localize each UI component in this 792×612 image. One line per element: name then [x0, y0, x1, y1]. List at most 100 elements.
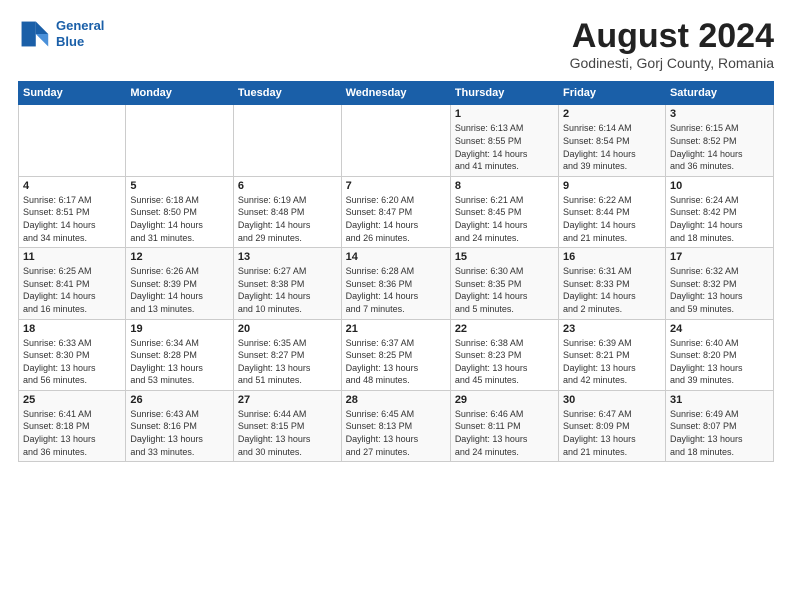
day-info: Sunrise: 6:19 AMSunset: 8:48 PMDaylight:…	[238, 194, 337, 244]
calendar-table: SundayMondayTuesdayWednesdayThursdayFrid…	[18, 81, 774, 462]
day-number: 24	[670, 323, 769, 335]
calendar-cell	[233, 105, 341, 176]
day-info: Sunrise: 6:24 AMSunset: 8:42 PMDaylight:…	[670, 194, 769, 244]
calendar-body: 1 Sunrise: 6:13 AMSunset: 8:55 PMDaylight…	[19, 105, 774, 462]
calendar-cell: 1 Sunrise: 6:13 AMSunset: 8:55 PMDaylight…	[450, 105, 558, 176]
day-number: 30	[563, 394, 661, 406]
day-number: 8	[455, 180, 554, 192]
day-number: 25	[23, 394, 121, 406]
calendar-week-row: 11 Sunrise: 6:25 AMSunset: 8:41 PMDayligh…	[19, 248, 774, 319]
calendar-day-header: Sunday	[19, 82, 126, 105]
day-number: 4	[23, 180, 121, 192]
day-number: 11	[23, 251, 121, 263]
day-info: Sunrise: 6:26 AMSunset: 8:39 PMDaylight:…	[130, 265, 229, 315]
calendar-cell: 5Sunrise: 6:18 AMSunset: 8:50 PMDaylight…	[126, 176, 234, 247]
day-number: 31	[670, 394, 769, 406]
logo-general: General	[56, 18, 104, 33]
title-block: August 2024 Godinesti, Gorj County, Roma…	[570, 18, 774, 71]
day-info: Sunrise: 6:38 AMSunset: 8:23 PMDaylight:…	[455, 337, 554, 387]
day-number: 17	[670, 251, 769, 263]
day-info: Sunrise: 6:17 AMSunset: 8:51 PMDaylight:…	[23, 194, 121, 244]
calendar-cell: 14 Sunrise: 6:28 AMSunset: 8:36 PMDayligh…	[341, 248, 450, 319]
day-info: Sunrise: 6:33 AMSunset: 8:30 PMDaylight:…	[23, 337, 121, 387]
calendar-day-header: Wednesday	[341, 82, 450, 105]
calendar-cell: 12Sunrise: 6:26 AMSunset: 8:39 PMDayligh…	[126, 248, 234, 319]
calendar-cell: 2 Sunrise: 6:14 AMSunset: 8:54 PMDaylight…	[559, 105, 666, 176]
calendar-cell: 29Sunrise: 6:46 AMSunset: 8:11 PMDayligh…	[450, 390, 558, 461]
day-info: Sunrise: 6:13 AMSunset: 8:55 PMDaylight:…	[455, 122, 554, 172]
calendar-cell: 24 Sunrise: 6:40 AMSunset: 8:20 PMDayligh…	[665, 319, 773, 390]
calendar-cell: 31 Sunrise: 6:49 AMSunset: 8:07 PMDayligh…	[665, 390, 773, 461]
calendar-cell: 17Sunrise: 6:32 AMSunset: 8:32 PMDayligh…	[665, 248, 773, 319]
day-info: Sunrise: 6:21 AMSunset: 8:45 PMDaylight:…	[455, 194, 554, 244]
day-info: Sunrise: 6:45 AMSunset: 8:13 PMDaylight:…	[346, 408, 446, 458]
day-number: 15	[455, 251, 554, 263]
calendar-cell: 8 Sunrise: 6:21 AMSunset: 8:45 PMDaylight…	[450, 176, 558, 247]
day-info: Sunrise: 6:28 AMSunset: 8:36 PMDaylight:…	[346, 265, 446, 315]
calendar-cell: 7 Sunrise: 6:20 AMSunset: 8:47 PMDaylight…	[341, 176, 450, 247]
calendar-cell: 10 Sunrise: 6:24 AMSunset: 8:42 PMDayligh…	[665, 176, 773, 247]
calendar-cell: 23 Sunrise: 6:39 AMSunset: 8:21 PMDayligh…	[559, 319, 666, 390]
day-number: 21	[346, 323, 446, 335]
calendar-cell	[19, 105, 126, 176]
day-info: Sunrise: 6:39 AMSunset: 8:21 PMDaylight:…	[563, 337, 661, 387]
day-number: 28	[346, 394, 446, 406]
calendar-cell: 13 Sunrise: 6:27 AMSunset: 8:38 PMDayligh…	[233, 248, 341, 319]
day-number: 23	[563, 323, 661, 335]
calendar-cell: 25 Sunrise: 6:41 AMSunset: 8:18 PMDayligh…	[19, 390, 126, 461]
day-info: Sunrise: 6:25 AMSunset: 8:41 PMDaylight:…	[23, 265, 121, 315]
calendar-cell: 6 Sunrise: 6:19 AMSunset: 8:48 PMDaylight…	[233, 176, 341, 247]
calendar-week-row: 1 Sunrise: 6:13 AMSunset: 8:55 PMDaylight…	[19, 105, 774, 176]
calendar-cell: 28 Sunrise: 6:45 AMSunset: 8:13 PMDayligh…	[341, 390, 450, 461]
calendar-cell: 19Sunrise: 6:34 AMSunset: 8:28 PMDayligh…	[126, 319, 234, 390]
day-info: Sunrise: 6:44 AMSunset: 8:15 PMDaylight:…	[238, 408, 337, 458]
calendar-cell: 21 Sunrise: 6:37 AMSunset: 8:25 PMDayligh…	[341, 319, 450, 390]
day-info: Sunrise: 6:27 AMSunset: 8:38 PMDaylight:…	[238, 265, 337, 315]
calendar-cell: 11 Sunrise: 6:25 AMSunset: 8:41 PMDayligh…	[19, 248, 126, 319]
calendar-cell: 26 Sunrise: 6:43 AMSunset: 8:16 PMDayligh…	[126, 390, 234, 461]
calendar-day-header: Saturday	[665, 82, 773, 105]
day-info: Sunrise: 6:40 AMSunset: 8:20 PMDaylight:…	[670, 337, 769, 387]
calendar-day-header: Friday	[559, 82, 666, 105]
day-info: Sunrise: 6:14 AMSunset: 8:54 PMDaylight:…	[563, 122, 661, 172]
day-number: 10	[670, 180, 769, 192]
day-number: 13	[238, 251, 337, 263]
day-number: 26	[130, 394, 229, 406]
day-info: Sunrise: 6:49 AMSunset: 8:07 PMDaylight:…	[670, 408, 769, 458]
day-number: 6	[238, 180, 337, 192]
day-info: Sunrise: 6:18 AMSunset: 8:50 PMDaylight:…	[130, 194, 229, 244]
day-info: Sunrise: 6:37 AMSunset: 8:25 PMDaylight:…	[346, 337, 446, 387]
calendar-week-row: 18Sunrise: 6:33 AMSunset: 8:30 PMDayligh…	[19, 319, 774, 390]
main-title: August 2024	[570, 18, 774, 55]
logo: General Blue	[18, 18, 104, 50]
day-number: 1	[455, 108, 554, 120]
calendar-week-row: 4 Sunrise: 6:17 AMSunset: 8:51 PMDaylight…	[19, 176, 774, 247]
day-number: 22	[455, 323, 554, 335]
calendar-cell: 16Sunrise: 6:31 AMSunset: 8:33 PMDayligh…	[559, 248, 666, 319]
day-number: 2	[563, 108, 661, 120]
calendar-cell: 4 Sunrise: 6:17 AMSunset: 8:51 PMDaylight…	[19, 176, 126, 247]
calendar-cell: 3Sunrise: 6:15 AMSunset: 8:52 PMDaylight…	[665, 105, 773, 176]
day-info: Sunrise: 6:22 AMSunset: 8:44 PMDaylight:…	[563, 194, 661, 244]
subtitle: Godinesti, Gorj County, Romania	[570, 55, 774, 71]
calendar-cell	[126, 105, 234, 176]
day-number: 20	[238, 323, 337, 335]
day-info: Sunrise: 6:34 AMSunset: 8:28 PMDaylight:…	[130, 337, 229, 387]
calendar-cell: 22 Sunrise: 6:38 AMSunset: 8:23 PMDayligh…	[450, 319, 558, 390]
day-number: 27	[238, 394, 337, 406]
calendar-cell: 27 Sunrise: 6:44 AMSunset: 8:15 PMDayligh…	[233, 390, 341, 461]
calendar-cell: 15Sunrise: 6:30 AMSunset: 8:35 PMDayligh…	[450, 248, 558, 319]
calendar-header-row: SundayMondayTuesdayWednesdayThursdayFrid…	[19, 82, 774, 105]
calendar-day-header: Thursday	[450, 82, 558, 105]
day-number: 29	[455, 394, 554, 406]
day-info: Sunrise: 6:41 AMSunset: 8:18 PMDaylight:…	[23, 408, 121, 458]
calendar-cell: 18Sunrise: 6:33 AMSunset: 8:30 PMDayligh…	[19, 319, 126, 390]
day-number: 14	[346, 251, 446, 263]
day-info: Sunrise: 6:43 AMSunset: 8:16 PMDaylight:…	[130, 408, 229, 458]
day-number: 3	[670, 108, 769, 120]
day-info: Sunrise: 6:20 AMSunset: 8:47 PMDaylight:…	[346, 194, 446, 244]
day-number: 7	[346, 180, 446, 192]
logo-blue: Blue	[56, 34, 84, 49]
calendar-day-header: Monday	[126, 82, 234, 105]
logo-icon	[18, 18, 50, 50]
